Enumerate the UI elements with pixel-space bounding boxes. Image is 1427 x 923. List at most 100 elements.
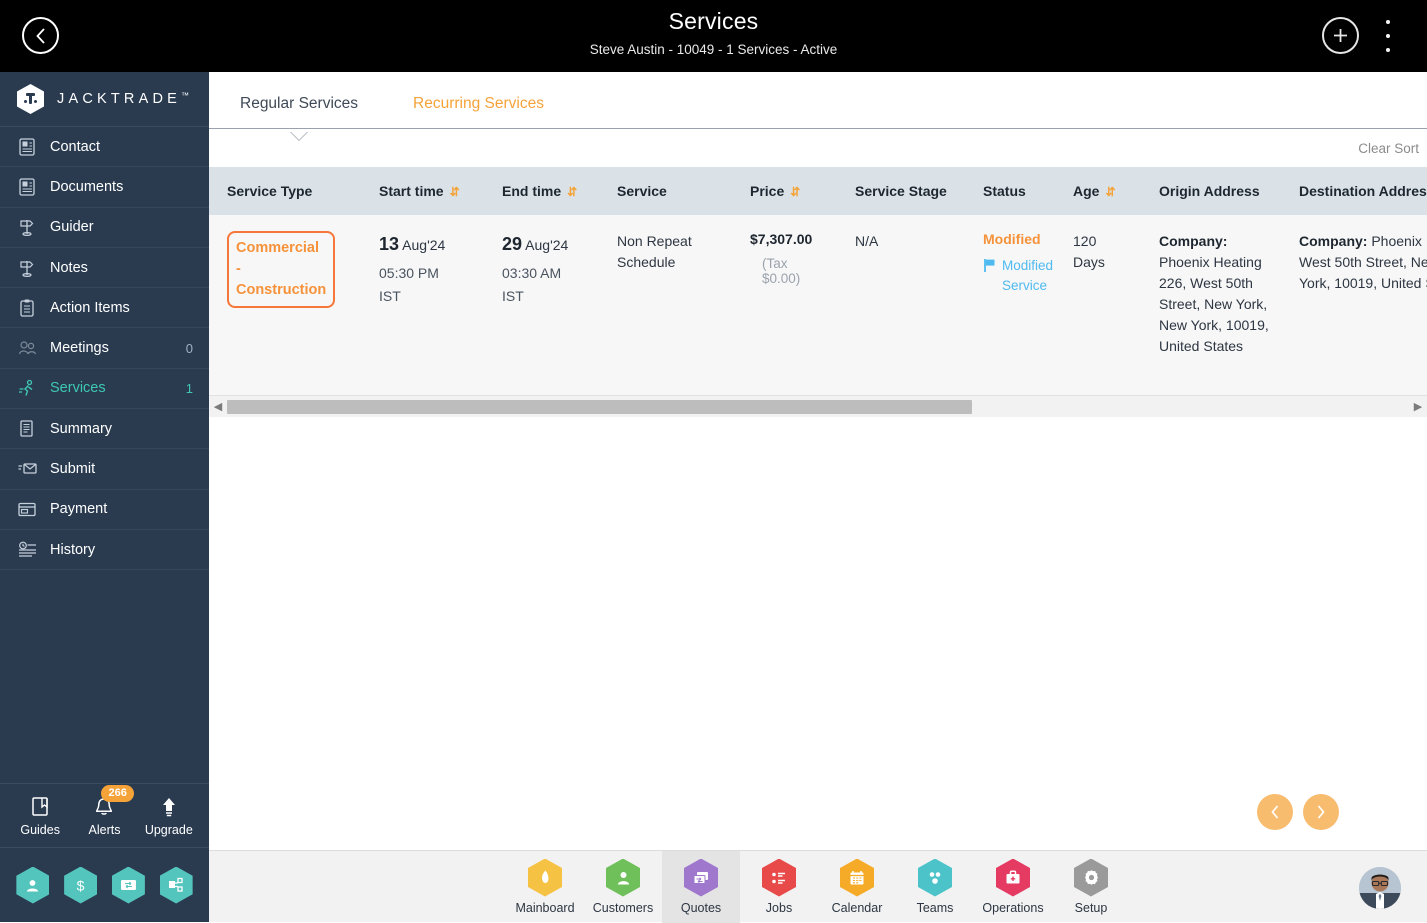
quotes-icon [684,859,718,897]
signpost-icon [17,217,37,237]
plus-icon [1332,27,1349,44]
jacktrade-logo-icon [17,84,44,114]
upgrade-button[interactable]: Upgrade [138,794,200,837]
scroll-left-button[interactable]: ◀ [209,400,227,413]
tab-recurring-services[interactable]: Recurring Services [413,72,544,113]
bottom-nav-label: Calendar [832,901,883,915]
alerts-badge: 266 [101,785,133,802]
avatar[interactable] [1359,867,1401,909]
bottom-nav-mainboard[interactable]: Mainboard [506,851,584,923]
user-hex-icon[interactable] [16,867,49,904]
money-transfer-hex-icon[interactable] [112,867,145,904]
services-table-wrapper: Service Type Start time ⇵ End time ⇵ Servi… [209,167,1427,417]
sidebar-item-guider[interactable]: Guider [0,208,209,248]
service-line-1: Non Repeat [617,231,722,252]
col-age[interactable]: Age⇵ [1055,167,1141,215]
contact-card-icon [17,137,37,157]
status-sub-label[interactable]: Modified Service [1002,256,1053,295]
bottom-nav-operations[interactable]: Operations [974,851,1052,923]
sort-icon[interactable]: ⇵ [450,185,458,199]
main-content: Regular Services Recurring Services Clea… [209,72,1427,850]
sidebar-item-history[interactable]: History [0,530,209,570]
sidebar-item-contact[interactable]: Contact [0,127,209,167]
col-destination-address[interactable]: Destination Address [1281,167,1427,215]
table-row[interactable]: Commercial - Construction 13 Aug'24 05:3… [209,215,1427,395]
table-header-row: Service Type Start time ⇵ End time ⇵ Servi… [209,167,1427,215]
dollar-hex-icon[interactable]: $ [64,867,97,904]
origin-company-label: Company: [1159,233,1227,249]
col-label: Price [750,183,784,199]
setup-gear-icon [1074,859,1108,897]
col-service[interactable]: Service [599,167,732,215]
end-day: 29 [502,234,522,254]
sort-icon[interactable]: ⇵ [1105,185,1113,199]
origin-address-value: Phoenix Heating 226, West 50th Street, N… [1159,254,1269,354]
sidebar-item-label: Guider [50,219,193,235]
sidebar-item-label: Payment [50,501,193,517]
sidebar-item-documents[interactable]: Documents [0,167,209,207]
sidebar-item-services[interactable]: Services 1 [0,369,209,409]
destination-address: Company: Phoenix Heating 226, West 50th … [1299,231,1427,294]
sidebar-item-action-items[interactable]: Action Items [0,288,209,328]
mainboard-icon [528,859,562,897]
col-service-stage[interactable]: Service Stage [837,167,965,215]
col-label: Service Stage [855,183,947,199]
bottom-nav-jobs[interactable]: Jobs [740,851,818,923]
sidebar-item-summary[interactable]: Summary [0,409,209,449]
col-service-type[interactable]: Service Type [209,167,361,215]
guides-button[interactable]: Guides [9,794,71,837]
service-type-chip[interactable]: Commercial - Construction [227,231,335,308]
bottom-nav-quotes[interactable]: Quotes [662,851,740,923]
services-table: Service Type Start time ⇵ End time ⇵ Servi… [209,167,1427,395]
col-price[interactable]: Price ⇵ [732,167,837,215]
upgrade-label: Upgrade [138,823,200,837]
bottom-nav-label: Mainboard [515,901,574,915]
sidebar-footer: Guides 266 Alerts Upgrade [0,783,209,848]
bottom-nav-teams[interactable]: Teams [896,851,974,923]
col-end-time[interactable]: End time ⇵ [484,167,599,215]
operations-icon [996,859,1030,897]
next-page-button[interactable] [1303,794,1339,830]
end-clock: 03:30 AM [502,265,589,281]
chevron-left-icon [1270,805,1280,819]
bottom-nav-customers[interactable]: Customers [584,851,662,923]
brand-logo[interactable]: JACKTRADE™ [0,72,209,127]
bottom-nav-calendar[interactable]: Calendar [818,851,896,923]
svg-text:$: $ [77,877,85,893]
scroll-right-button[interactable]: ▶ [1409,400,1427,413]
kebab-menu-icon [1386,20,1390,24]
col-status[interactable]: Status [965,167,1055,215]
sidebar-item-notes[interactable]: Notes [0,248,209,288]
cell-status: Modified Modified Service [965,215,1055,395]
alerts-button[interactable]: 266 Alerts [73,794,135,837]
col-origin-address[interactable]: Origin Address [1141,167,1281,215]
col-label: Start time [379,183,444,199]
guides-label: Guides [9,823,71,837]
horizontal-scrollbar[interactable]: ◀ ▶ [209,395,1427,417]
sidebar-item-meetings[interactable]: Meetings 0 [0,328,209,368]
arrow-up-icon [138,794,200,820]
cell-service-type: Commercial - Construction [209,215,361,395]
sidebar-item-submit[interactable]: Submit [0,449,209,489]
sidebar-item-label: Contact [50,139,193,155]
page-title: Services [0,8,1427,35]
prev-page-button[interactable] [1257,794,1293,830]
sidebar-item-payment[interactable]: Payment [0,490,209,530]
col-start-time[interactable]: Start time ⇵ [361,167,484,215]
app-header: Services Steve Austin - 10049 - 1 Servic… [0,0,1427,72]
tab-regular-services[interactable]: Regular Services [240,72,358,113]
table-head: Service Type Start time ⇵ End time ⇵ Servi… [209,167,1427,215]
col-label: End time [502,183,561,199]
teams-icon [918,859,952,897]
scrollbar-thumb[interactable] [227,400,972,414]
cell-start-time: 13 Aug'24 05:30 PM IST [361,215,484,395]
add-button[interactable] [1322,17,1359,54]
clear-sort-button[interactable]: Clear Sort [1358,141,1419,156]
calendar-icon [840,859,874,897]
workflow-hex-icon[interactable] [160,867,193,904]
sort-icon[interactable]: ⇵ [790,185,798,199]
sort-icon[interactable]: ⇵ [567,185,575,199]
scrollbar-track[interactable] [227,400,1409,414]
more-menu-button[interactable] [1377,20,1399,52]
bottom-nav-setup[interactable]: Setup [1052,851,1130,923]
